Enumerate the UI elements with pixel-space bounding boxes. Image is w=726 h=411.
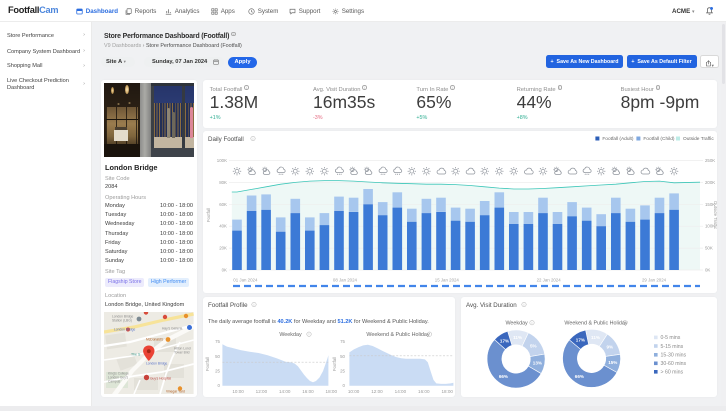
svg-text:15%: 15% — [608, 359, 617, 364]
svg-text:18:00: 18:00 — [325, 388, 337, 393]
svg-text:Footfall (Child): Footfall (Child) — [643, 136, 674, 142]
svg-text:16:00: 16:00 — [418, 388, 430, 393]
svg-text:15 Jan 2024: 15 Jan 2024 — [434, 277, 459, 282]
svg-text:66%: 66% — [575, 373, 584, 378]
svg-text:Weekend & Public Holiday: Weekend & Public Holiday — [564, 320, 628, 326]
svg-text:Avg. Visit Duration: Avg. Visit Duration — [466, 302, 517, 309]
svg-text:20K: 20K — [219, 246, 227, 251]
svg-text:16:00: 16:00 — [302, 388, 314, 393]
svg-text:Weekend & Public Holiday: Weekend & Public Holiday — [366, 332, 430, 338]
svg-text:10:00: 10:00 — [347, 388, 359, 393]
svg-text:9%: 9% — [606, 344, 613, 349]
svg-text:18:00: 18:00 — [441, 388, 453, 393]
svg-text:Footfall: Footfall — [205, 356, 210, 370]
svg-text:5%: 5% — [530, 343, 537, 348]
svg-text:66%: 66% — [499, 374, 508, 379]
svg-text:14:00: 14:00 — [394, 388, 406, 393]
svg-text:75: 75 — [215, 339, 220, 344]
svg-text:17%: 17% — [500, 338, 509, 343]
svg-text:100K: 100K — [216, 158, 226, 163]
svg-text:The daily average footfall is: The daily average footfall is 40.2K for … — [208, 319, 429, 325]
svg-text:50: 50 — [340, 353, 345, 358]
svg-text:Vinegar Yard: Vinegar Yard — [166, 390, 185, 394]
svg-text:60K: 60K — [219, 202, 227, 207]
svg-text:25: 25 — [340, 368, 345, 373]
svg-text:McDonald's: McDonald's — [146, 338, 163, 342]
svg-text:The S: The S — [131, 353, 141, 357]
svg-text:0: 0 — [217, 383, 220, 388]
svg-text:0K: 0K — [705, 267, 710, 272]
svg-text:80K: 80K — [219, 180, 227, 185]
svg-text:25: 25 — [215, 368, 220, 373]
svg-text:Outside Traffic: Outside Traffic — [683, 136, 714, 142]
svg-text:Station (LBG): Station (LBG) — [112, 319, 132, 323]
svg-text:01 Jan 2024: 01 Jan 2024 — [233, 277, 258, 282]
svg-text:London Bridge: London Bridge — [146, 362, 168, 366]
svg-text:17%: 17% — [576, 337, 585, 342]
svg-text:Weekday: Weekday — [505, 320, 528, 326]
svg-text:Daily Footfall: Daily Footfall — [208, 136, 244, 143]
svg-text:40K: 40K — [219, 224, 227, 229]
svg-text:Guy's Hospital: Guy's Hospital — [150, 377, 171, 381]
svg-text:0: 0 — [342, 383, 345, 388]
svg-text:5-15 mins: 5-15 mins — [660, 343, 683, 349]
svg-text:Footfall: Footfall — [332, 356, 337, 370]
svg-text:0K: 0K — [221, 267, 226, 272]
svg-text:75: 75 — [340, 339, 345, 344]
svg-text:Weekday: Weekday — [279, 332, 302, 338]
svg-text:Tower Brid: Tower Brid — [174, 351, 190, 355]
svg-text:08 Jan 2024: 08 Jan 2024 — [332, 277, 357, 282]
svg-text:Footfall (Adult): Footfall (Adult) — [602, 136, 633, 142]
svg-text:Footfall: Footfall — [206, 208, 211, 222]
svg-text:Campus: Campus — [108, 380, 121, 384]
svg-text:11%: 11% — [513, 335, 522, 340]
svg-text:11%: 11% — [591, 334, 600, 339]
svg-text:15-30 mins: 15-30 mins — [660, 352, 686, 358]
svg-text:200K: 200K — [705, 180, 715, 185]
svg-text:13%: 13% — [533, 360, 542, 365]
svg-text:0-5 mins: 0-5 mins — [660, 335, 680, 341]
svg-text:12:00: 12:00 — [255, 388, 267, 393]
svg-text:14:00: 14:00 — [279, 388, 291, 393]
svg-text:12:00: 12:00 — [371, 388, 383, 393]
svg-text:10:00: 10:00 — [232, 388, 244, 393]
svg-text:22 Jan 2024: 22 Jan 2024 — [536, 277, 561, 282]
svg-text:50K: 50K — [705, 246, 713, 251]
svg-text:30-60 mins: 30-60 mins — [660, 361, 686, 367]
svg-text:250K: 250K — [705, 158, 715, 163]
svg-text:London Bridge: London Bridge — [114, 328, 136, 332]
svg-text:Footfall Profile: Footfall Profile — [208, 302, 248, 309]
svg-text:Hay's Galleria: Hay's Galleria — [162, 327, 182, 331]
svg-text:Outside Traffic: Outside Traffic — [713, 201, 717, 230]
svg-text:29 Jan 2024: 29 Jan 2024 — [642, 277, 667, 282]
svg-text:50: 50 — [215, 353, 220, 358]
svg-text:> 60 mins: > 60 mins — [660, 369, 683, 375]
